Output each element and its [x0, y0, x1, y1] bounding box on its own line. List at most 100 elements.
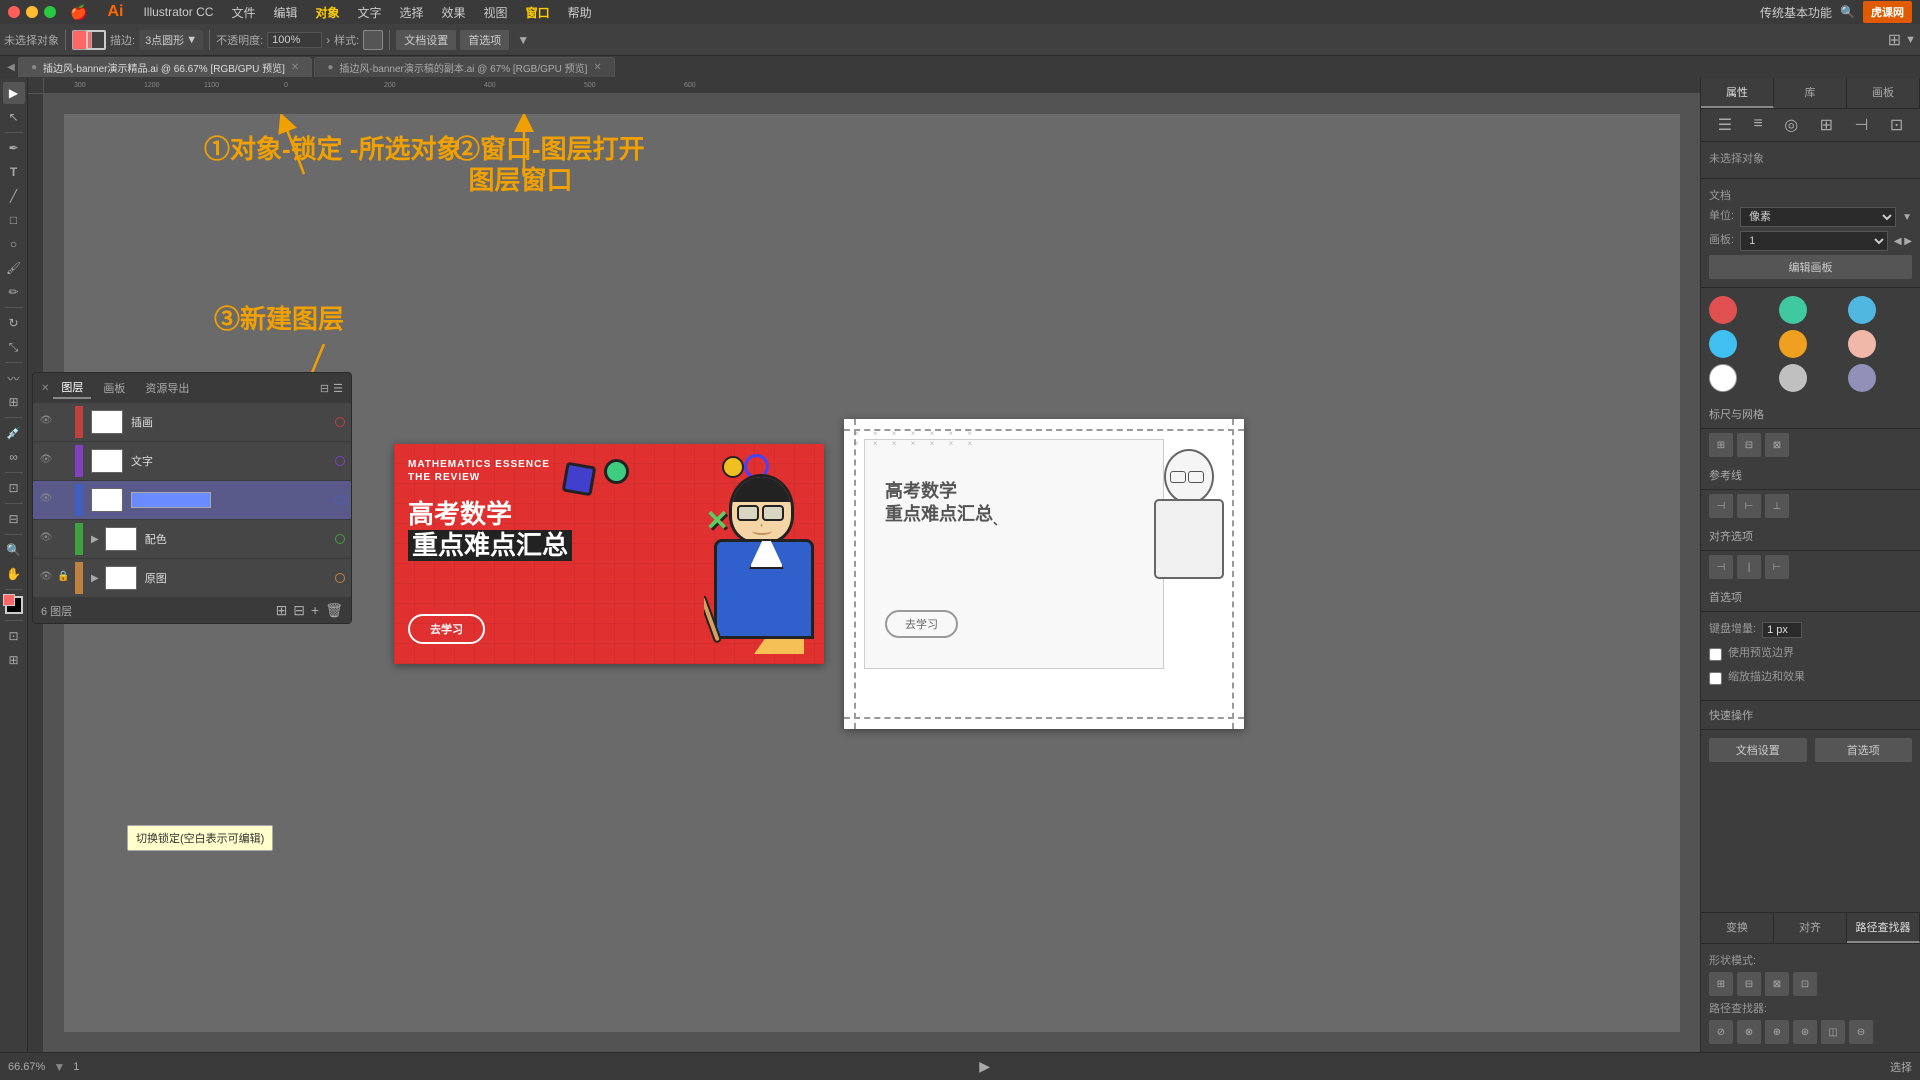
pathfinder-icon[interactable]: ⊡	[1890, 115, 1903, 135]
layers-tab-artboards[interactable]: 画板	[95, 378, 133, 398]
grid-btn-2[interactable]: ⊟	[1737, 433, 1761, 457]
search-icon[interactable]: 🔍	[1840, 5, 1855, 19]
layers-panel-collapse[interactable]: ⊟	[320, 382, 329, 395]
layer-row-editing[interactable]: 👁	[33, 481, 351, 520]
doc-settings-quick-btn[interactable]: 文档设置	[1709, 738, 1807, 762]
fill-stroke-indicator[interactable]	[5, 596, 23, 614]
eyedropper-tool[interactable]: 💉	[3, 422, 25, 444]
menu-effect[interactable]: 效果	[434, 2, 474, 23]
tab-2-close[interactable]: ✕	[593, 62, 601, 73]
pf-outline[interactable]: ◫	[1821, 1020, 1845, 1044]
guide-btn-1[interactable]: ⊣	[1709, 494, 1733, 518]
opacity-input[interactable]	[267, 32, 322, 48]
move-layer-down[interactable]: ⊟	[293, 602, 305, 619]
warp-tool[interactable]: 〰	[3, 367, 25, 389]
rect-tool[interactable]: □	[3, 209, 25, 231]
shape-minus[interactable]: ⊟	[1737, 972, 1761, 996]
menu-illustrator[interactable]: Illustrator CC	[135, 3, 221, 21]
pf-minus-back[interactable]: ⊖	[1849, 1020, 1873, 1044]
pref-quick-btn[interactable]: 首选项	[1815, 738, 1913, 762]
menu-text[interactable]: 文字	[350, 2, 390, 23]
tab-1[interactable]: ● 插边风-banner演示精品.ai @ 66.67% [RGB/GPU 预览…	[18, 57, 312, 77]
play-btn[interactable]: ▶	[979, 1058, 990, 1075]
tab-pathfinder[interactable]: 路径查找器	[1847, 913, 1920, 943]
layers-panel-close[interactable]: ✕	[41, 383, 49, 394]
style-select[interactable]	[363, 30, 383, 50]
menu-view[interactable]: 视图	[476, 2, 516, 23]
draw-mode-normal[interactable]: ⊡	[3, 625, 25, 647]
layer-name-input[interactable]	[131, 492, 211, 508]
layers-tab-layers[interactable]: 图层	[53, 377, 91, 399]
swatch-pink[interactable]	[1848, 330, 1876, 358]
align-center-btn[interactable]: |	[1737, 555, 1761, 579]
tab-transform[interactable]: 变换	[1701, 913, 1774, 943]
swatch-teal[interactable]	[1779, 296, 1807, 324]
tab-2[interactable]: ● 插边风-banner演示稿的副本.ai @ 67% [RGB/GPU 预览]…	[314, 57, 614, 77]
tab-align[interactable]: 对齐	[1774, 913, 1847, 943]
rotate-tool[interactable]: ↻	[3, 312, 25, 334]
blend-tool[interactable]: ∞	[3, 446, 25, 468]
scale-strokes-check[interactable]	[1709, 672, 1722, 685]
select-tool[interactable]: ▶	[3, 82, 25, 104]
pf-merge[interactable]: ⊕	[1765, 1020, 1789, 1044]
swatch-lavender[interactable]	[1848, 364, 1876, 392]
layers-panel-menu[interactable]: ☰	[333, 382, 343, 395]
pf-crop[interactable]: ⊛	[1793, 1020, 1817, 1044]
banner-button[interactable]: 去学习	[408, 614, 485, 644]
tab-1-close[interactable]: ✕	[291, 62, 299, 73]
transform-icon[interactable]: ⊞	[1820, 115, 1833, 135]
screen-mode[interactable]: ⊞	[3, 649, 25, 671]
direct-select-tool[interactable]: ↖	[3, 106, 25, 128]
minimize-button[interactable]	[26, 6, 38, 18]
slice-tool[interactable]: ⊟	[3, 508, 25, 530]
layer-lock-text[interactable]	[57, 454, 71, 468]
appearance-icon[interactable]: ◎	[1784, 115, 1798, 135]
pf-trim[interactable]: ⊗	[1737, 1020, 1761, 1044]
preview-bounds-check[interactable]	[1709, 648, 1722, 661]
zoom-dropdown[interactable]: ▼	[53, 1060, 65, 1074]
maximize-button[interactable]	[44, 6, 56, 18]
more-options-btn[interactable]: ▼	[517, 33, 529, 47]
layer-lock-illustration[interactable]	[57, 415, 71, 429]
stroke-style-select[interactable]: 3点圆形 ▼	[139, 30, 203, 50]
properties-icon[interactable]: ☰	[1718, 115, 1732, 135]
unit-expand[interactable]: ▼	[1902, 212, 1912, 223]
shape-intersect[interactable]: ⊠	[1765, 972, 1789, 996]
layer-eye-editing[interactable]: 👁	[39, 493, 53, 507]
swatch-blue[interactable]	[1848, 296, 1876, 324]
layer-lock-palette[interactable]	[57, 532, 71, 546]
layer-row-original[interactable]: 👁 🔒 ▶ 原图	[33, 559, 351, 598]
shape-exclude[interactable]: ⊡	[1793, 972, 1817, 996]
guide-btn-2[interactable]: ⊢	[1737, 494, 1761, 518]
menu-edit[interactable]: 编辑	[265, 2, 305, 23]
layer-eye-text[interactable]: 👁	[39, 454, 53, 468]
stroke-color-box[interactable]	[86, 30, 106, 50]
arrange-icon[interactable]: ⊞	[1888, 30, 1901, 50]
line-tool[interactable]: ╱	[3, 185, 25, 207]
layers-tab-export[interactable]: 资源导出	[137, 378, 197, 398]
grid-btn-3[interactable]: ⊠	[1765, 433, 1789, 457]
panel-tab-properties[interactable]: 属性	[1701, 78, 1774, 108]
template-select[interactable]: 1	[1740, 231, 1888, 251]
keyboard-increment-input[interactable]	[1762, 622, 1802, 638]
move-layer-up[interactable]: ⊞	[276, 602, 288, 619]
panel-tab-artboard[interactable]: 画板	[1847, 78, 1920, 108]
layer-expand-palette[interactable]: ▶	[91, 534, 99, 545]
layer-row-palette[interactable]: 👁 ▶ 配色	[33, 520, 351, 559]
edit-template-btn[interactable]: 编辑画板	[1709, 255, 1912, 279]
grid-btn-1[interactable]: ⊞	[1709, 433, 1733, 457]
brush-tool[interactable]: 🖌	[3, 257, 25, 279]
align-icon[interactable]: ⊣	[1854, 115, 1868, 135]
text-tool[interactable]: T	[3, 161, 25, 183]
close-button[interactable]	[8, 6, 20, 18]
pen-tool[interactable]: ✒	[3, 137, 25, 159]
layer-row-illustration[interactable]: 👁 插画	[33, 403, 351, 442]
swatch-gray[interactable]	[1779, 364, 1807, 392]
layer-eye-palette[interactable]: 👁	[39, 532, 53, 546]
layer-expand-original[interactable]: ▶	[91, 573, 99, 584]
menu-select[interactable]: 选择	[392, 2, 432, 23]
guide-btn-3[interactable]: ⊥	[1765, 494, 1789, 518]
align-left-btn[interactable]: ⊣	[1709, 555, 1733, 579]
unit-select[interactable]: 像素	[1740, 207, 1896, 227]
arrange-dropdown[interactable]: ▼	[1905, 34, 1916, 46]
